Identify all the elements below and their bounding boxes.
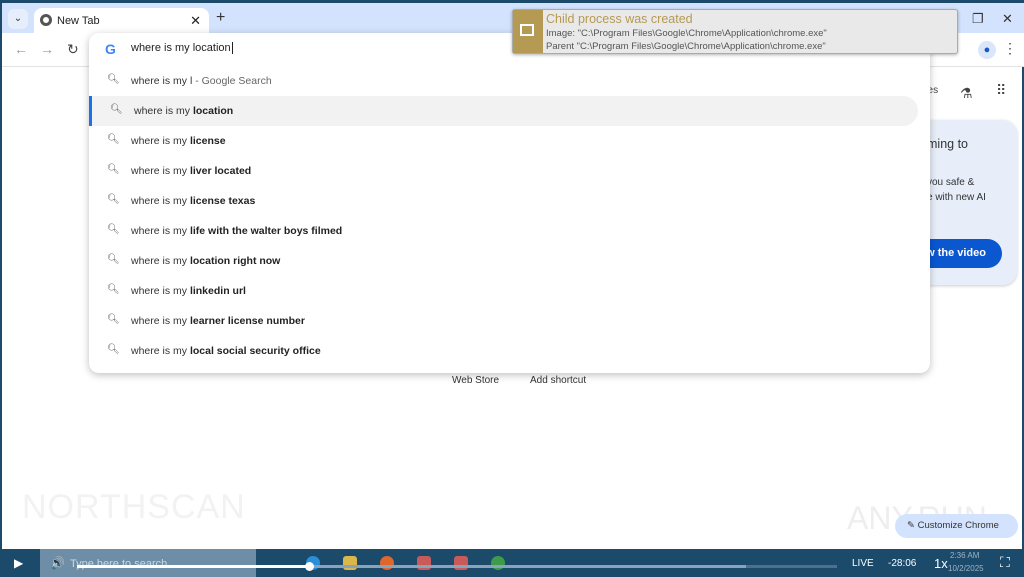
close-tab-icon[interactable]: ✕ <box>190 13 201 29</box>
suggestion-prefix: where is my <box>131 135 190 147</box>
suggestion-text: where is my life with the walter boys fi… <box>131 225 342 237</box>
suggestion-prefix: where is my <box>131 285 190 297</box>
playback-progress[interactable] <box>77 562 837 571</box>
tab-title: New Tab <box>57 15 100 27</box>
suggestion-text: where is my license <box>131 135 226 147</box>
suggestion-item[interactable]: 🔍︎ where is my liver located <box>89 156 918 186</box>
taskbar: ▶ Type here to search 🔊 LIVE -28:06 1x 2… <box>2 549 1024 577</box>
suggestion-item[interactable]: 🔍︎ where is my license texas <box>89 186 918 216</box>
apps-grid-icon[interactable]: ⠿ <box>996 82 1006 99</box>
suggestion-item[interactable]: 🔍︎ where is my local social security offi… <box>89 336 918 366</box>
clock-time: 2:36 AM <box>950 551 980 560</box>
back-button[interactable]: ← <box>14 41 28 57</box>
suggestion-completion: location <box>192 105 234 117</box>
suggestion-text: where is my linkedin url <box>131 285 246 297</box>
omnibox-dropdown: G where is my location 🔍︎ where is my l -… <box>89 33 930 373</box>
fullscreen-icon[interactable]: ⛶ <box>1000 554 1010 571</box>
omnibox-input[interactable]: where is my location <box>131 42 233 54</box>
search-icon: 🔍︎ <box>107 134 120 145</box>
shortcut-web-store[interactable]: Web Store <box>452 375 499 386</box>
card-heading: ming to <box>927 137 968 151</box>
chrome-icon <box>40 14 52 26</box>
suggestion-item[interactable]: 🔍︎ where is my license <box>89 126 918 156</box>
search-icon: 🔍︎ <box>107 194 120 205</box>
search-icon: 🔍︎ <box>110 104 123 115</box>
suggestion-item[interactable]: 🔍︎ where is my learner license number <box>89 306 918 336</box>
suggestion-prefix: where is my <box>131 75 190 87</box>
suggestion-text: where is my local social security office <box>131 345 321 357</box>
clock-date: 10/2/2025 <box>948 564 984 573</box>
tab-search-button[interactable]: ⌄ <box>8 9 28 29</box>
suggestion-completion: learner license number <box>189 315 305 327</box>
notification-title: Child process was created <box>546 12 693 26</box>
customize-label: Customize Chrome <box>917 520 999 531</box>
new-tab-button[interactable]: + <box>216 9 225 27</box>
restore-button[interactable]: ❐ <box>972 11 984 27</box>
suggestion-prefix: where is my <box>134 105 193 117</box>
suggestion-completion: linkedin url <box>189 285 246 297</box>
menu-icon[interactable]: ⋮ <box>1003 40 1017 57</box>
labs-icon[interactable]: ⚗ <box>960 85 973 102</box>
notification-parent: Parent "C:\Program Files\Google\Chrome\A… <box>546 41 826 52</box>
suggestion-item[interactable]: 🔍︎ where is my life with the walter boys … <box>89 216 918 246</box>
suggestion-prefix: where is my <box>131 255 190 267</box>
notification-popup: Child process was created Image: "C:\Pro… <box>512 9 958 54</box>
close-window-button[interactable]: ✕ <box>1002 11 1013 27</box>
suggestion-prefix: where is my <box>131 165 190 177</box>
live-label[interactable]: LIVE <box>852 558 874 569</box>
card-text: e with new AI <box>927 192 986 203</box>
suggestion-completion: location right now <box>189 255 281 267</box>
suggestion-item[interactable]: 🔍︎ where is my location right now <box>89 246 918 276</box>
forward-button[interactable]: → <box>40 41 54 57</box>
northscan-watermark: NORTHSCAN <box>22 488 246 526</box>
search-icon: 🔍︎ <box>107 314 120 325</box>
suggestion-text: where is my license texas <box>131 195 255 207</box>
suggestion-prefix: where is my <box>131 345 190 357</box>
suggestion-text: where is my l - Google Search <box>131 75 272 87</box>
suggestion-prefix: where is my <box>131 225 190 237</box>
suggestion-text: where is my learner license number <box>131 315 305 327</box>
notification-image: Image: "C:\Program Files\Google\Chrome\A… <box>546 28 827 39</box>
play-icon[interactable]: ▶ <box>14 556 23 570</box>
tab-new-tab[interactable]: New Tab ✕ <box>34 8 209 36</box>
suggestion-suffix: - Google Search <box>192 75 272 87</box>
profile-avatar[interactable]: ● <box>978 41 996 59</box>
suggestion-text: where is my location right now <box>131 255 280 267</box>
suggestion-completion: license texas <box>189 195 256 207</box>
suggestion-item[interactable]: 🔍︎ where is my linkedin url <box>89 276 918 306</box>
search-placeholder: Type here to search <box>70 558 168 570</box>
customize-chrome-button[interactable]: ✎ Customize Chrome <box>895 514 1018 538</box>
search-icon: 🔍︎ <box>107 164 120 175</box>
google-icon: G <box>105 41 116 57</box>
suggestion-prefix: where is my <box>131 315 190 327</box>
suggestion-completion: local social security office <box>189 345 321 357</box>
remaining-time: -28:06 <box>888 558 917 569</box>
reload-button[interactable]: ↻ <box>67 41 79 58</box>
shortcut-add[interactable]: Add shortcut <box>530 375 586 386</box>
suggestion-completion: life with the walter boys filmed <box>189 225 343 237</box>
search-icon: 🔍︎ <box>107 74 120 85</box>
search-icon: 🔍︎ <box>107 284 120 295</box>
suggestion-prefix: where is my <box>131 195 190 207</box>
suggestion-item[interactable]: 🔍︎ where is my l - Google Search <box>89 66 918 96</box>
suggestion-item[interactable]: 🔍︎ where is my location <box>89 96 918 126</box>
progress-handle[interactable] <box>304 562 314 571</box>
suggestion-text: where is my location <box>134 105 233 117</box>
volume-icon[interactable]: 🔊 <box>50 556 65 570</box>
suggestion-text: where is my liver located <box>131 165 251 177</box>
search-icon: 🔍︎ <box>107 224 120 235</box>
search-icon: 🔍︎ <box>107 344 120 355</box>
suggestion-completion: license <box>189 135 226 147</box>
process-icon <box>513 10 543 53</box>
taskbar-search[interactable]: Type here to search <box>40 549 256 577</box>
search-icon: 🔍︎ <box>107 254 120 265</box>
card-text: you safe & <box>927 177 975 188</box>
speed-button[interactable]: 1x <box>934 556 948 571</box>
played-bar <box>77 565 309 568</box>
suggestion-completion: liver located <box>189 165 252 177</box>
